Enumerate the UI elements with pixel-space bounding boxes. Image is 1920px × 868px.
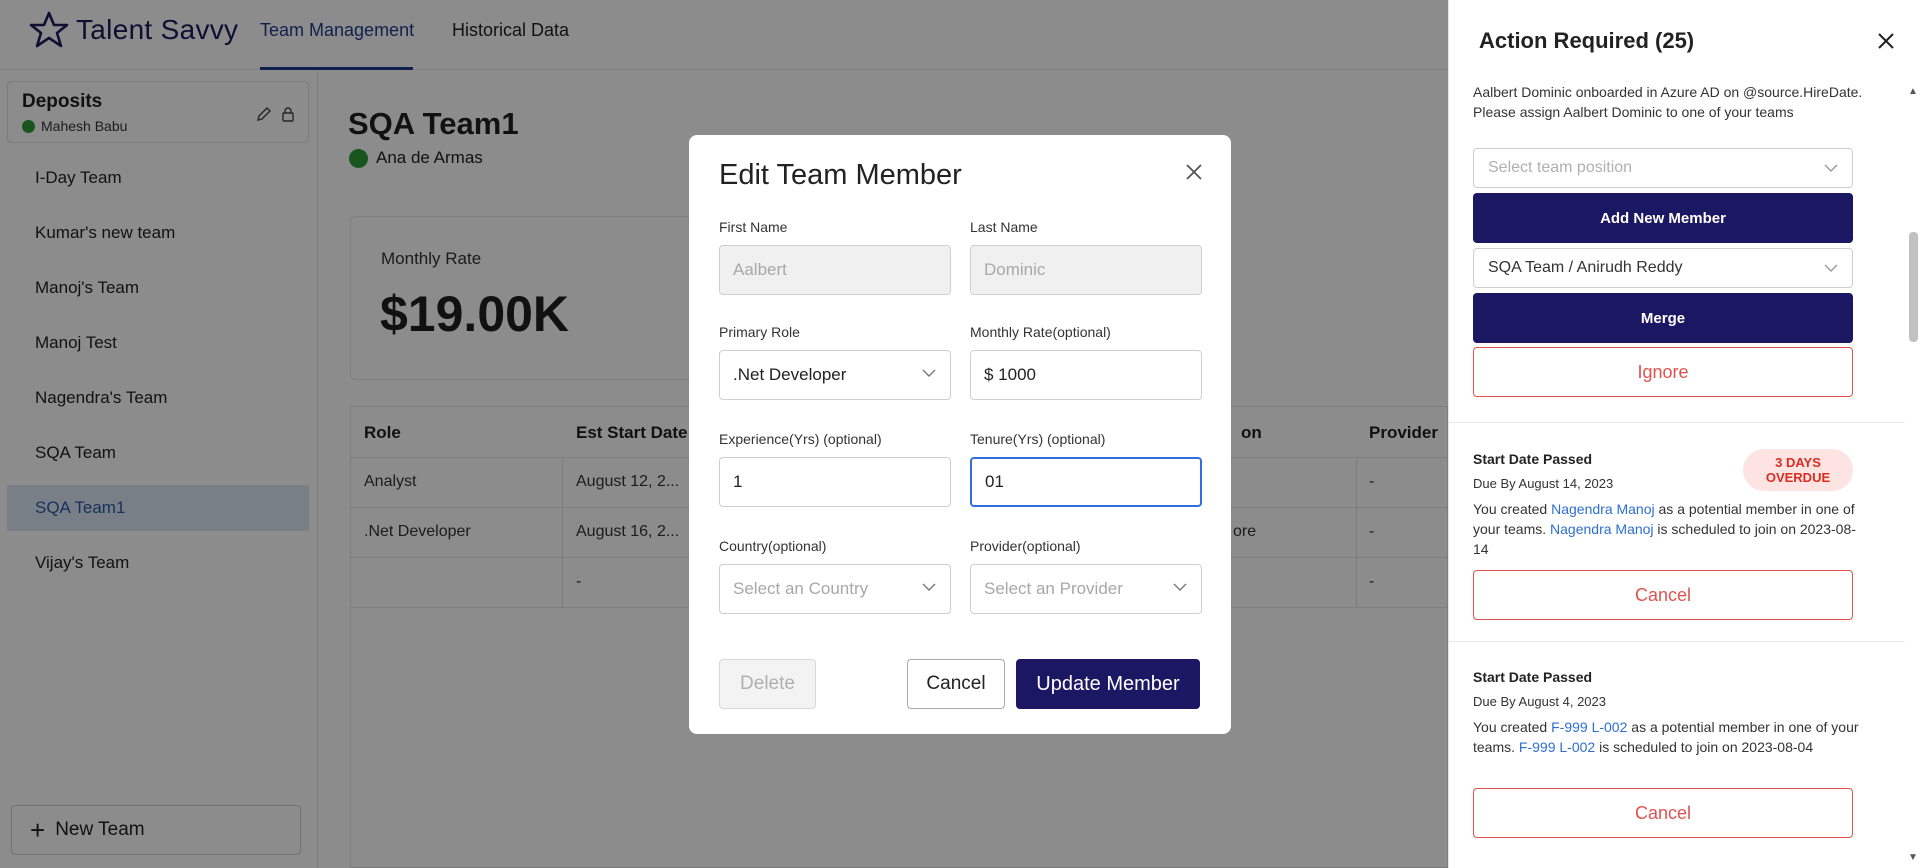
message-text: is scheduled to join on 2023-08-04 [1595,739,1814,755]
member-link[interactable]: F-999 L-002 [1519,739,1595,755]
tenure-input[interactable]: 01 [970,457,1202,507]
provider-select[interactable]: Select an Provider [970,564,1202,614]
action-required-panel: Action Required (25) Aalbert Dominic onb… [1448,0,1920,868]
first-name-field[interactable]: Aalbert [719,245,951,295]
chevron-down-icon [1824,264,1838,272]
panel-title: Action Required (25) [1479,28,1695,53]
experience-input[interactable]: 1 [719,457,951,507]
item-heading: Start Date Passed [1473,451,1593,467]
message-text: You created [1473,501,1552,517]
country-placeholder: Select an Country [733,579,869,598]
message-text: You created [1473,719,1552,735]
close-icon[interactable] [1183,161,1205,183]
scrollbar-thumb[interactable] [1909,232,1918,342]
team-position-placeholder: Select team position [1488,159,1633,176]
team-position-select[interactable]: Select team position [1473,148,1853,188]
primary-role-select[interactable]: .Net Developer [719,350,951,400]
member-link[interactable]: Nagendra Manoj [1550,521,1654,537]
chevron-down-icon [922,369,936,377]
edit-team-member-dialog: Edit Team Member First Name Aalbert Last… [689,135,1231,734]
experience-label: Experience(Yrs) (optional) [719,431,882,447]
update-member-button[interactable]: Update Member [1016,659,1200,709]
panel-scrollbar[interactable]: ▲ ▼ [1905,82,1920,868]
merge-target-select[interactable]: SQA Team / Anirudh Reddy [1473,248,1853,288]
dialog-title: Edit Team Member [719,159,962,191]
provider-label: Provider(optional) [970,538,1081,554]
onboard-message: Aalbert Dominic onboarded in Azure AD on… [1473,84,1863,120]
last-name-label: Last Name [970,219,1038,235]
item-heading: Start Date Passed [1473,669,1593,685]
scroll-down-icon[interactable]: ▼ [1908,852,1918,863]
member-link[interactable]: Nagendra Manoj [1551,501,1655,517]
scroll-up-icon[interactable]: ▲ [1908,86,1918,97]
merge-button[interactable]: Merge [1473,293,1853,343]
cancel-button[interactable]: Cancel [1473,570,1853,620]
due-date: Due By August 4, 2023 [1473,694,1606,709]
chevron-down-icon [1824,164,1838,172]
close-icon[interactable] [1877,32,1895,50]
item-message: You created F-999 L-002 as a potential m… [1473,717,1863,757]
action-list[interactable]: Aalbert Dominic onboarded in Azure AD on… [1449,82,1920,868]
merge-target-value: SQA Team / Anirudh Reddy [1488,259,1683,276]
cancel-button[interactable]: Cancel [1473,788,1853,838]
item-message: You created Nagendra Manoj as a potentia… [1473,499,1863,559]
country-label: Country(optional) [719,538,827,554]
first-name-label: First Name [719,219,788,235]
tenure-label: Tenure(Yrs) (optional) [970,431,1106,447]
monthly-rate-input[interactable]: $ 1000 [970,350,1202,400]
add-new-member-button[interactable]: Add New Member [1473,193,1853,243]
member-link[interactable]: F-999 L-002 [1551,719,1627,735]
primary-role-label: Primary Role [719,324,800,340]
overdue-badge: 3 DAYS OVERDUE [1743,449,1853,491]
primary-role-value: .Net Developer [733,365,847,384]
chevron-down-icon [1173,583,1187,591]
ignore-button[interactable]: Ignore [1473,347,1853,397]
delete-button[interactable]: Delete [719,659,816,709]
monthly-rate-label: Monthly Rate(optional) [970,324,1111,340]
item-divider [1449,641,1905,642]
item-divider [1449,422,1905,423]
country-select[interactable]: Select an Country [719,564,951,614]
last-name-field[interactable]: Dominic [970,245,1202,295]
cancel-button[interactable]: Cancel [907,659,1005,709]
provider-placeholder: Select an Provider [984,579,1123,598]
due-date: Due By August 14, 2023 [1473,476,1614,491]
chevron-down-icon [922,583,936,591]
